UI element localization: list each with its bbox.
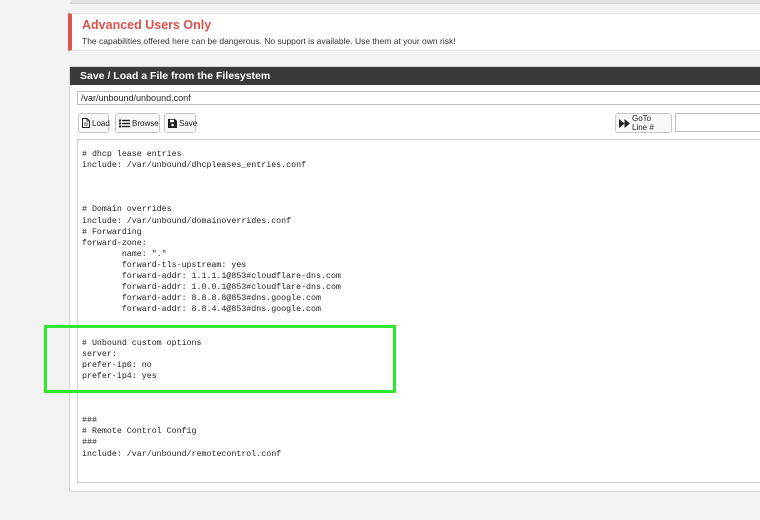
save-button[interactable]: Save bbox=[164, 113, 198, 133]
load-button[interactable]: Load bbox=[78, 113, 110, 133]
file-icon bbox=[82, 118, 90, 128]
top-bar-edge bbox=[70, 0, 760, 4]
floppy-icon bbox=[168, 118, 177, 128]
editor-content[interactable]: # dhcp lease entries include: /var/unbou… bbox=[82, 149, 341, 460]
goto-line-button[interactable]: GoTo Line # bbox=[615, 113, 672, 133]
load-label: Load bbox=[92, 118, 110, 128]
save-label: Save bbox=[179, 118, 198, 128]
list-icon bbox=[119, 119, 130, 128]
alert-title: Advanced Users Only bbox=[82, 18, 212, 32]
fast-forward-icon bbox=[619, 118, 630, 128]
custom-options-highlight bbox=[44, 325, 396, 393]
alert-text: The capabilities offered here can be dan… bbox=[82, 36, 456, 46]
warning-alert: Advanced Users Only The capabilities off… bbox=[68, 13, 760, 51]
goto-line-input[interactable] bbox=[675, 113, 760, 132]
browse-button[interactable]: Browse bbox=[115, 113, 160, 133]
file-panel: Save / Load a File from the Filesystem L… bbox=[69, 66, 760, 492]
browse-label: Browse bbox=[132, 118, 159, 128]
file-path-input[interactable] bbox=[77, 91, 760, 105]
goto-label: GoTo Line # bbox=[632, 114, 654, 132]
panel-title: Save / Load a File from the Filesystem bbox=[70, 67, 760, 85]
code-editor[interactable]: # dhcp lease entries include: /var/unbou… bbox=[77, 139, 760, 483]
